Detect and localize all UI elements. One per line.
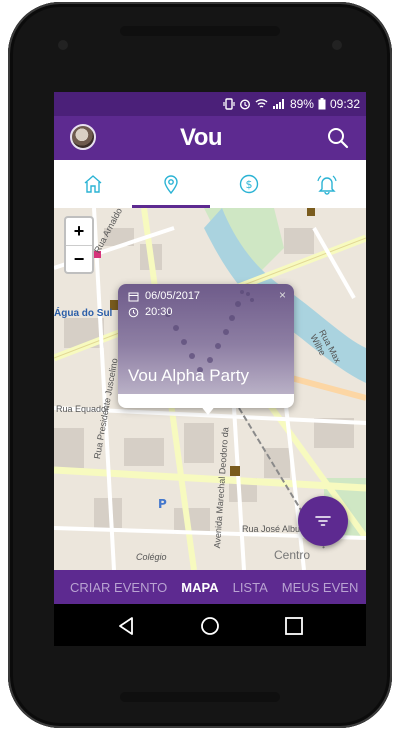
tab-meus-eventos[interactable]: MEUS EVEN	[275, 580, 366, 595]
tab-bar: $	[54, 160, 366, 208]
event-date-row: 06/05/2017	[128, 290, 200, 302]
clock: 09:32	[329, 97, 360, 111]
event-image: × 06/05/2017 20:30 Vou Alpha Party	[118, 284, 294, 394]
front-camera	[58, 40, 68, 50]
event-time-row: 20:30	[128, 306, 173, 318]
top-speaker	[120, 26, 280, 36]
clock-icon	[128, 307, 139, 317]
avatar[interactable]	[70, 124, 96, 150]
zoom-control: + −	[64, 216, 94, 274]
bottom-tab-bar: CRIAR EVENTO MAPA LISTA MEUS EVEN	[54, 570, 366, 604]
tab-map[interactable]	[132, 160, 210, 208]
svg-text:$: $	[246, 178, 253, 191]
tab-money[interactable]: $	[210, 160, 288, 208]
app-bar: Vou	[54, 116, 366, 160]
calendar-icon	[128, 292, 139, 301]
recents-icon[interactable]	[280, 612, 308, 640]
bell-icon	[317, 175, 337, 195]
event-date: 06/05/2017	[145, 290, 201, 302]
filter-icon	[315, 516, 331, 526]
app-logo: Vou	[180, 124, 223, 152]
popup-pointer	[200, 405, 216, 415]
map-pin-icon	[164, 175, 178, 195]
signal-icon	[272, 99, 284, 109]
bottom-speaker	[120, 692, 280, 702]
svg-text:P: P	[158, 497, 167, 511]
zoom-out-button[interactable]: −	[66, 246, 92, 273]
system-nav-bar	[54, 604, 366, 646]
battery-icon	[318, 98, 326, 110]
tab-home[interactable]	[54, 160, 132, 208]
place-label: Colégio	[136, 552, 167, 562]
tab-criar-evento[interactable]: CRIAR EVENTO	[54, 580, 174, 595]
screen: 89% 09:32 Vou $ P Rua Arnaldo Água do Su…	[54, 92, 366, 646]
back-icon[interactable]	[112, 612, 140, 640]
alarm-icon	[239, 99, 250, 110]
wifi-icon	[255, 99, 268, 108]
event-popup[interactable]: × 06/05/2017 20:30 Vou Alpha Party	[118, 284, 294, 408]
tab-notifications[interactable]	[288, 160, 366, 208]
tab-mapa[interactable]: MAPA	[174, 580, 225, 595]
zoom-in-button[interactable]: +	[66, 218, 92, 245]
phone-frame: 89% 09:32 Vou $ P Rua Arnaldo Água do Su…	[8, 2, 392, 728]
place-label: Água do Sul	[54, 308, 113, 319]
home-icon	[84, 175, 102, 193]
sensor	[332, 40, 342, 50]
vibrate-icon	[223, 98, 235, 110]
street-label: Rua José Albus	[242, 524, 305, 534]
logo-text: Vou	[180, 124, 223, 151]
place-label: Centro	[274, 548, 311, 562]
popup-close-button[interactable]: ×	[279, 288, 286, 302]
home-button-icon[interactable]	[196, 612, 224, 640]
search-icon[interactable]	[326, 126, 350, 150]
event-title: Vou Alpha Party	[128, 366, 249, 385]
filter-button[interactable]	[298, 496, 348, 546]
map-view[interactable]: P Rua Arnaldo Müller Água do Sul Rua Equ…	[54, 208, 366, 570]
tab-lista[interactable]: LISTA	[226, 580, 275, 595]
dollar-icon: $	[239, 174, 259, 194]
status-bar: 89% 09:32	[54, 92, 366, 116]
event-time: 20:30	[145, 306, 173, 318]
battery-percent: 89%	[289, 97, 314, 111]
